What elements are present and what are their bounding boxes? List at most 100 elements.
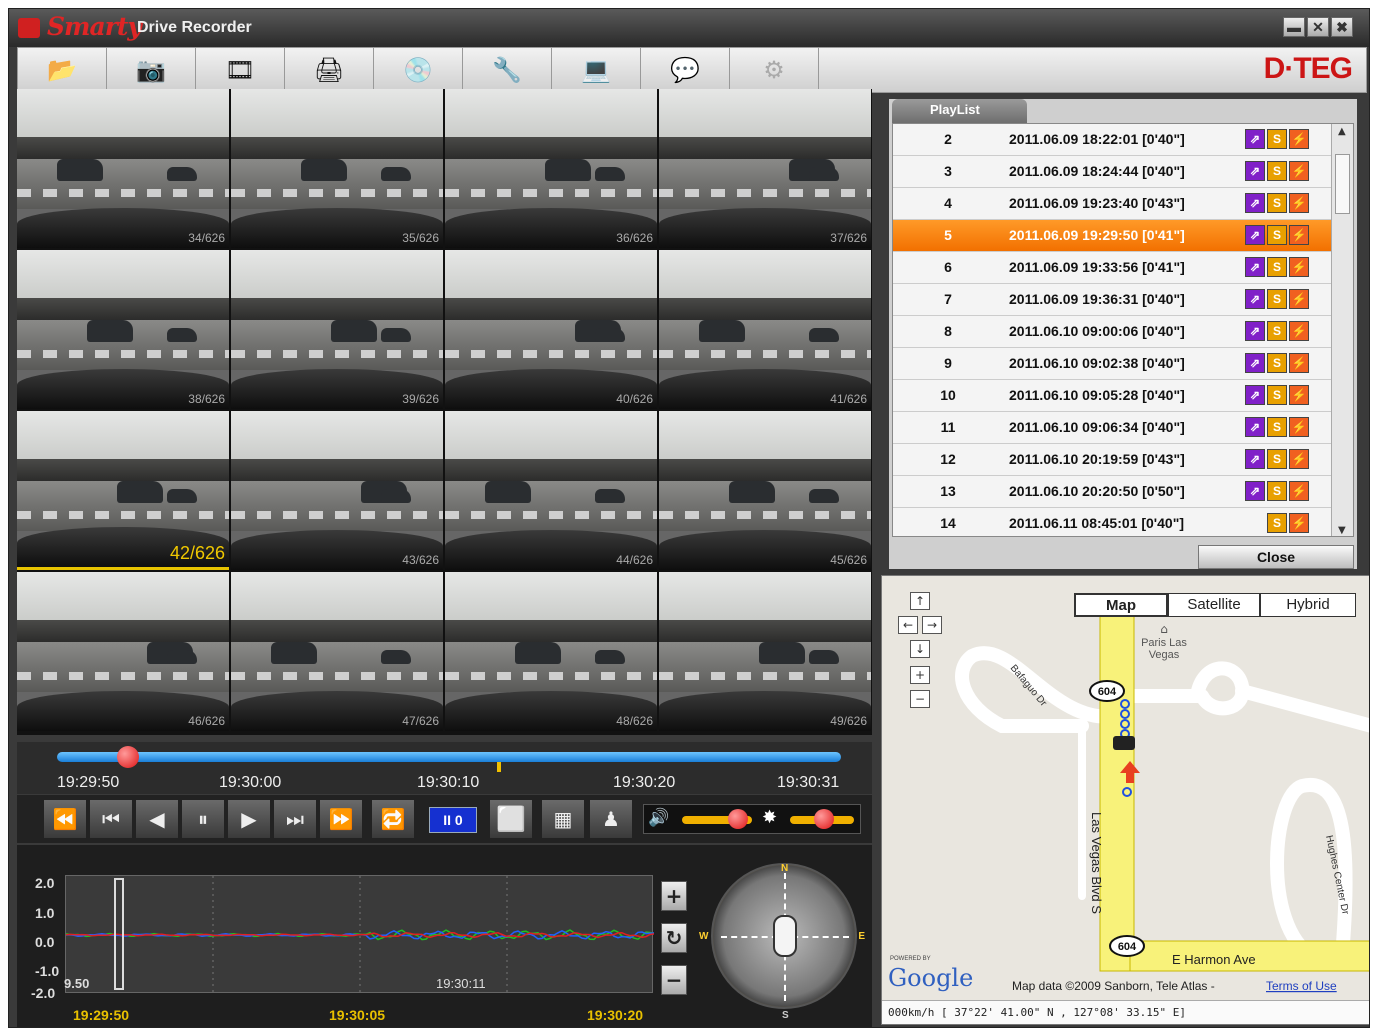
video-thumbnail[interactable]: 47/626 [231, 572, 443, 731]
brightness-knob[interactable] [814, 809, 834, 829]
playlist-row[interactable]: 10 2011.06.10 09:05:28 [0'40"] ⇗ S ⚡ [893, 380, 1333, 412]
timeline-track[interactable] [57, 752, 841, 772]
close-playlist-button[interactable]: Close [1198, 545, 1354, 569]
timeline[interactable]: 19:29:50 19:30:00 19:30:10 19:30:20 19:3… [17, 742, 872, 794]
zoom-in-graph-button[interactable]: + [661, 881, 687, 911]
playlist-date: 2011.06.10 20:19:59 [0'43"] [1009, 451, 1185, 467]
thumb-car [381, 328, 411, 342]
pan-up-icon[interactable]: ↑ [910, 592, 930, 610]
playlist-row[interactable]: 7 2011.06.09 19:36:31 [0'40"] ⇗ S ⚡ [893, 284, 1333, 316]
playlist-row[interactable]: 6 2011.06.09 19:33:56 [0'41"] ⇗ S ⚡ [893, 252, 1333, 284]
thumb-trees [231, 298, 443, 320]
video-thumbnail[interactable]: 44/626 [445, 411, 657, 570]
single-view-button[interactable]: ⬜ [489, 799, 533, 839]
video-thumbnail[interactable]: 34/626 [17, 89, 229, 248]
video-thumbnail[interactable]: 48/626 [445, 572, 657, 731]
map-type-satellite[interactable]: Satellite [1168, 593, 1260, 617]
pan-right-icon[interactable]: → [922, 616, 942, 634]
route-number: 604 [1118, 941, 1137, 953]
print-button[interactable]: 🖨 [285, 48, 374, 92]
frame-counter: 36/626 [616, 231, 653, 245]
close-window-icon[interactable]: ✖ [1331, 17, 1353, 37]
playlist-row[interactable]: 13 2011.06.10 20:20:50 [0'50"] ⇗ S ⚡ [893, 476, 1333, 508]
video-thumbnail[interactable]: 39/626 [231, 250, 443, 409]
graph-cursor[interactable] [114, 878, 124, 990]
gsensor-plot [65, 876, 655, 994]
video-thumbnail[interactable]: 45/626 [659, 411, 871, 570]
map-canvas[interactable]: 604 604 Las Vegas Blvd S E Harmon Ave Ba… [882, 576, 1370, 1002]
zoom-out-icon[interactable]: − [910, 690, 930, 708]
title-bar: Smarty Drive Recorder ▬ ✕ ✖ [9, 9, 1369, 47]
video-thumbnail[interactable]: 43/626 [231, 411, 443, 570]
scroll-down-icon[interactable]: ▼ [1338, 525, 1346, 536]
thumb-trees [231, 620, 443, 642]
frame-counter: 49/626 [830, 714, 867, 728]
video-thumbnail[interactable]: 46/626 [17, 572, 229, 731]
map-type-hybrid[interactable]: Hybrid [1260, 593, 1356, 617]
settings-button[interactable]: 🔧 [463, 48, 552, 92]
video-thumbnail[interactable]: 35/626 [231, 89, 443, 248]
gsensor-graph[interactable]: 9.50 19:30:11 [64, 875, 655, 994]
video-thumbnail[interactable]: 41/626 [659, 250, 871, 409]
route-number: 604 [1098, 686, 1117, 698]
playlist-row[interactable]: 11 2011.06.10 09:06:34 [0'40"] ⇗ S ⚡ [893, 412, 1333, 444]
scroll-thumb[interactable] [1335, 154, 1350, 214]
playlist-row[interactable]: 2 2011.06.09 18:22:01 [0'40"] ⇗ S ⚡ [893, 124, 1333, 156]
pan-left-icon[interactable]: ← [898, 616, 918, 634]
playlist-date: 2011.06.09 19:29:50 [0'41"] [1009, 227, 1185, 243]
rewind-button[interactable]: ⏪ [43, 799, 87, 839]
sound-icon: S [1267, 385, 1287, 405]
display-button[interactable]: 💻 [552, 48, 641, 92]
message-button[interactable]: 💬 [641, 48, 730, 92]
event-marker [497, 762, 501, 772]
capture-button[interactable]: 📷 [107, 48, 196, 92]
playlist-row[interactable]: 9 2011.06.10 09:02:38 [0'40"] ⇗ S ⚡ [893, 348, 1333, 380]
video-thumbnail[interactable]: 40/626 [445, 250, 657, 409]
scroll-up-icon[interactable]: ▲ [1338, 126, 1346, 137]
playlist-row[interactable]: 4 2011.06.09 19:23:40 [0'43"] ⇗ S ⚡ [893, 188, 1333, 220]
frame-counter: 47/626 [402, 714, 439, 728]
reset-graph-button[interactable]: ↻ [661, 923, 687, 953]
refresh-icon: ↻ [665, 926, 683, 950]
map-type-map[interactable]: Map [1074, 593, 1168, 617]
video-thumbnail[interactable]: 36/626 [445, 89, 657, 248]
playlist-row[interactable]: 3 2011.06.09 18:24:44 [0'40"] ⇗ S ⚡ [893, 156, 1333, 188]
fast-forward-button[interactable]: ⏩ [319, 799, 363, 839]
pause-button[interactable]: ⏸ [181, 799, 225, 839]
video-thumbnail[interactable]: 42/626 [17, 411, 229, 570]
video-thumbnail[interactable]: 49/626 [659, 572, 871, 731]
playlist-row[interactable]: 14 2011.06.11 08:45:01 [0'40"] S ⚡ [893, 508, 1333, 536]
timeline-knob[interactable] [116, 746, 139, 768]
zoom-in-icon[interactable]: + [910, 666, 930, 684]
step-back-button[interactable]: ◀ [135, 799, 179, 839]
compass-north: N [781, 863, 789, 874]
minimize-icon[interactable]: ▬ [1283, 17, 1305, 37]
map-panel[interactable]: 604 604 Las Vegas Blvd S E Harmon Ave Ba… [881, 575, 1370, 1025]
playlist-row[interactable]: 12 2011.06.10 20:19:59 [0'43"] ⇗ S ⚡ [893, 444, 1333, 476]
playlist-row[interactable]: 5 2011.06.09 19:29:50 [0'41"] ⇗ S ⚡ [893, 220, 1333, 252]
volume-knob[interactable] [728, 809, 748, 829]
maximize-icon[interactable]: ✕ [1307, 17, 1329, 37]
map-copyright: Map data ©2009 Sanborn, Tele Atlas - [1012, 979, 1215, 993]
previous-file-button[interactable]: ⏮ [89, 799, 133, 839]
video-thumbnail[interactable]: 37/626 [659, 89, 871, 248]
save-clip-button[interactable]: 🎞 [196, 48, 285, 92]
playlist-row[interactable]: 8 2011.06.10 09:00:06 [0'40"] ⇗ S ⚡ [893, 316, 1333, 348]
play-button[interactable]: ▶ [227, 799, 271, 839]
repeat-button[interactable]: 🔁 [371, 799, 415, 839]
gps-icon: ⚡ [1289, 417, 1309, 437]
gps-icon: ⚡ [1289, 289, 1309, 309]
open-folder-button[interactable]: 📂 [18, 48, 107, 92]
frame-counter: 37/626 [830, 231, 867, 245]
graph-left-value: 9.50 [64, 976, 90, 991]
zoom-out-graph-button[interactable]: − [661, 965, 687, 995]
video-thumbnail[interactable]: 38/626 [17, 250, 229, 409]
disc-button[interactable]: 💿 [374, 48, 463, 92]
person-button[interactable]: ♟ [589, 799, 633, 839]
thumb-car [57, 159, 103, 181]
playlist-tab[interactable]: PlayList [892, 99, 1027, 123]
playlist-scrollbar[interactable]: ▲ ▼ [1331, 124, 1353, 536]
grid-view-button[interactable]: ▦ [541, 799, 585, 839]
pan-down-icon[interactable]: ↓ [910, 640, 930, 658]
next-file-button[interactable]: ⏭ [273, 799, 317, 839]
